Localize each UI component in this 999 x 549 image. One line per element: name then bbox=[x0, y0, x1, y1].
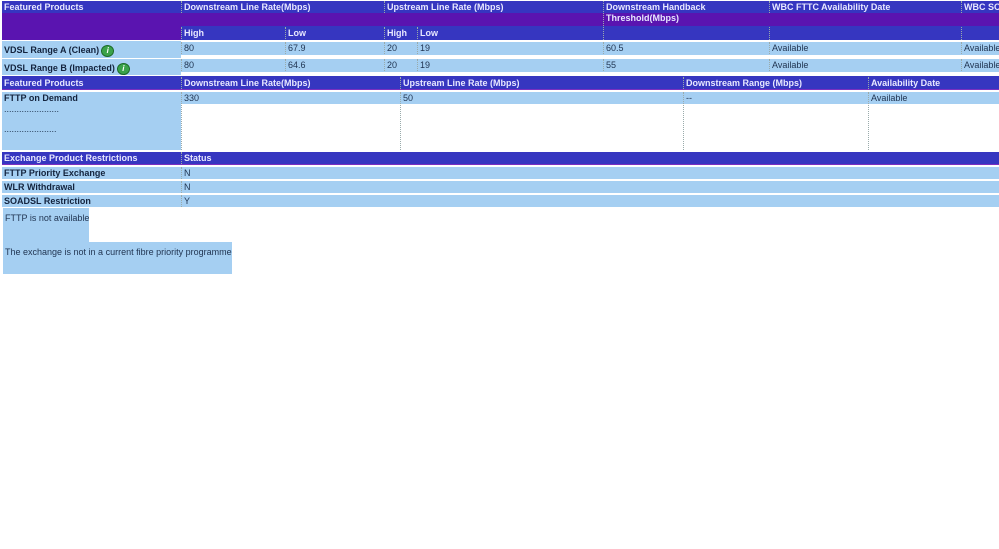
restriction-name: SOADSL Restriction bbox=[2, 195, 181, 207]
info-icon[interactable]: i bbox=[116, 63, 130, 75]
cell-fttc: Available bbox=[769, 42, 961, 54]
cell-ds-high: 80 bbox=[181, 59, 285, 71]
header-wbc-sog: WBC SOG bbox=[961, 1, 999, 13]
subheader-us-low: Low bbox=[417, 27, 603, 39]
cell-fttc: Available bbox=[769, 59, 961, 71]
restriction-status: N bbox=[181, 167, 999, 179]
divider bbox=[603, 27, 769, 40]
row-name: VDSL Range A (Clean) i bbox=[2, 41, 181, 58]
row-label: VDSL Range B (Impacted) bbox=[4, 63, 115, 73]
dots: ..................... bbox=[4, 124, 57, 134]
note-exchange: The exchange is not in a current fibre p… bbox=[3, 242, 232, 274]
divider bbox=[961, 27, 999, 40]
header-fttc-date: WBC FTTC Availability Date bbox=[769, 1, 961, 13]
row-name: VDSL Range B (Impacted) i bbox=[2, 59, 181, 75]
cell-ds-high: 80 bbox=[181, 42, 285, 54]
subheader-ds-low: Low bbox=[285, 27, 384, 39]
divider bbox=[769, 27, 961, 40]
cell-sog: Available bbox=[961, 42, 999, 54]
header-restrictions: Exchange Product Restrictions bbox=[4, 153, 138, 163]
note-fttp: FTTP is not available. bbox=[3, 208, 89, 242]
cell-ds-low: 67.9 bbox=[285, 42, 384, 54]
header-featured-products: Featured Products bbox=[4, 2, 84, 12]
subheader-us-high: High bbox=[384, 27, 417, 39]
info-icon[interactable]: i bbox=[101, 45, 115, 57]
header-ds-range: Downstream Range (Mbps) bbox=[683, 77, 868, 89]
subheader-ds-high: High bbox=[181, 27, 285, 39]
row-label: VDSL Range A (Clean) bbox=[4, 45, 100, 55]
header-downstream: Downstream Line Rate(Mbps) bbox=[181, 1, 384, 13]
fttp-name-cell: FTTP on Demand ...................... ..… bbox=[2, 92, 181, 150]
header-downstream: Downstream Line Rate(Mbps) bbox=[181, 77, 400, 89]
cell-us-low: 19 bbox=[417, 59, 603, 71]
dots: ...................... bbox=[4, 104, 60, 114]
restriction-status: N bbox=[181, 181, 999, 193]
cell-us-high: 20 bbox=[384, 59, 417, 71]
header-handback: Downstream Handback Threshold(Mbps) bbox=[603, 1, 769, 26]
cell-sog: Available bbox=[961, 59, 999, 71]
header-upstream: Upstream Line Rate (Mbps) bbox=[384, 1, 603, 13]
row-label: FTTP on Demand bbox=[4, 93, 78, 103]
header-availability: Availability Date bbox=[868, 77, 999, 89]
cell-date: Available bbox=[868, 92, 999, 150]
cell-ds-low: 64.6 bbox=[285, 59, 384, 71]
cell-handback: 55 bbox=[603, 59, 769, 71]
header-featured-products: Featured Products bbox=[4, 78, 84, 88]
cell-us-high: 20 bbox=[384, 42, 417, 54]
header-upstream: Upstream Line Rate (Mbps) bbox=[400, 77, 683, 89]
cell-range: -- bbox=[683, 92, 868, 150]
cell-us-low: 19 bbox=[417, 42, 603, 54]
restriction-name: FTTP Priority Exchange bbox=[2, 167, 181, 179]
header-status: Status bbox=[181, 152, 999, 164]
cell-us: 50 bbox=[400, 92, 683, 150]
restriction-name: WLR Withdrawal bbox=[2, 181, 181, 193]
cell-ds: 330 bbox=[181, 92, 400, 150]
cell-handback: 60.5 bbox=[603, 42, 769, 54]
restriction-status: Y bbox=[181, 195, 999, 207]
